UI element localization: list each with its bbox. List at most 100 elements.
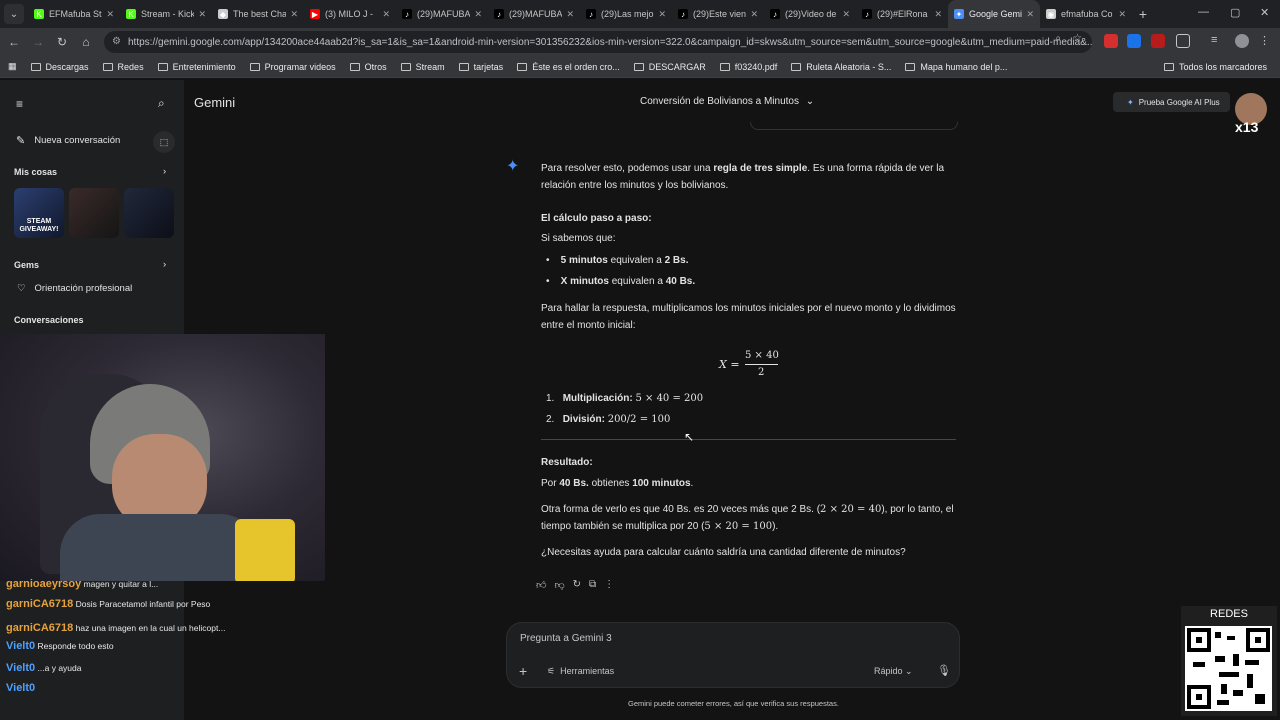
reload-icon[interactable]: ↻: [50, 35, 74, 49]
thumbnail-2[interactable]: [69, 188, 119, 238]
close-window-button[interactable]: ✕: [1260, 6, 1269, 19]
result-heading: Resultado:: [541, 457, 593, 468]
bookmark-item[interactable]: Mapa humano del p...: [898, 62, 1014, 72]
zoom-icon[interactable]: ⌕: [1055, 33, 1061, 44]
close-tab-icon[interactable]: ✕: [842, 9, 850, 20]
thumbs-up-icon[interactable]: 👍︎: [536, 579, 546, 591]
browser-tab[interactable]: ✦ Google Gemi ✕: [948, 0, 1040, 28]
browser-tab[interactable]: ♪ (29)#ElRona ✕: [856, 0, 948, 28]
tab-search-button[interactable]: ⌄: [4, 4, 24, 24]
browser-menu-icon[interactable]: ⋮: [1259, 34, 1273, 48]
tab-label: (29)#ElRona: [877, 9, 928, 19]
search-icon[interactable]: ⌕: [158, 96, 165, 111]
forward-icon[interactable]: →: [26, 35, 50, 49]
add-file-icon[interactable]: +: [519, 663, 527, 679]
bookmark-item[interactable]: Otros: [343, 62, 394, 72]
app-title[interactable]: Gemini: [194, 95, 235, 110]
tab-favicon: ▶: [310, 9, 320, 19]
user-avatar[interactable]: x13: [1233, 93, 1269, 139]
close-tab-icon[interactable]: ✕: [290, 9, 298, 20]
copy-icon[interactable]: ⧉: [589, 579, 596, 591]
bookmark-item[interactable]: f03240.pdf: [713, 62, 785, 72]
home-icon[interactable]: ⌂: [74, 35, 98, 49]
bookmark-item[interactable]: Entretenimiento: [151, 62, 243, 72]
browser-tab[interactable]: ♪ (29)Las mejo ✕: [580, 0, 672, 28]
browser-tab[interactable]: ♪ (29)MAFUBA ✕: [488, 0, 580, 28]
all-bookmarks[interactable]: Todos los marcadores: [1157, 62, 1274, 72]
close-tab-icon[interactable]: ✕: [198, 9, 206, 20]
close-tab-icon[interactable]: ✕: [474, 9, 482, 20]
close-tab-icon[interactable]: ✕: [1026, 9, 1034, 20]
bookmark-item[interactable]: Ruleta Aleatoria - S...: [784, 62, 898, 72]
chat-text: Responde todo esto: [37, 641, 114, 651]
microphone-icon[interactable]: 🎙︎: [937, 664, 951, 677]
apps-grid-icon[interactable]: ▦: [0, 61, 24, 72]
browser-tab[interactable]: ▶ (3) MILO J - ✕: [304, 0, 396, 28]
bookmark-item[interactable]: Descargas: [24, 62, 96, 72]
bookmark-label: Éste es el orden cro...: [532, 61, 620, 72]
folder-icon: [633, 62, 644, 71]
text: ), por lo tanto, el: [881, 504, 954, 515]
translate-extension-icon[interactable]: [1127, 34, 1141, 48]
conversation-title[interactable]: Conversión de Bolivianos a Minutos ⌄: [640, 96, 814, 107]
extension-icon-3[interactable]: [1151, 34, 1165, 48]
bookmark-item[interactable]: DESCARGAR: [627, 62, 713, 72]
bookmark-item[interactable]: Redes: [96, 62, 151, 72]
my-stuff-heading[interactable]: Mis cosas: [14, 167, 57, 177]
close-tab-icon[interactable]: ✕: [106, 9, 114, 20]
close-tab-icon[interactable]: ✕: [750, 9, 758, 20]
list-number: 1.: [546, 393, 555, 404]
bookmark-item[interactable]: Éste es el orden cro...: [510, 62, 627, 72]
close-tab-icon[interactable]: ✕: [566, 9, 574, 20]
media-controls-icon[interactable]: ≡: [1211, 34, 1225, 48]
more-options-icon[interactable]: ⋮: [604, 579, 614, 591]
browser-tab[interactable]: ◆ The best Chat ✕: [212, 0, 304, 28]
chat-message: Vielt0 ...a y ayuda: [6, 662, 81, 674]
bookmark-label: Entretenimiento: [172, 61, 236, 72]
temporary-chat-icon[interactable]: ⬚: [153, 131, 175, 153]
edit-icon: ✎: [16, 135, 26, 147]
browser-tab[interactable]: ◉ efmafuba Co ✕: [1040, 0, 1132, 28]
new-tab-button[interactable]: +: [1132, 6, 1154, 22]
browser-tab[interactable]: K Stream - Kick ✕: [120, 0, 212, 28]
model-mode-selector[interactable]: Rápido ⌄: [874, 666, 913, 677]
bookmark-star-icon[interactable]: ☆: [1073, 33, 1082, 44]
prompt-box[interactable]: Pregunta a Gemini 3 + ⚟ Herramientas Ráp…: [506, 622, 960, 688]
maximize-button[interactable]: ▢: [1230, 6, 1240, 19]
menu-icon[interactable]: ≡: [16, 97, 23, 111]
browser-tab[interactable]: ♪ (29)Este vien ✕: [672, 0, 764, 28]
back-icon[interactable]: ←: [2, 35, 26, 49]
extension-icon-1[interactable]: [1104, 34, 1118, 48]
bookmark-item[interactable]: Programar videos: [243, 62, 343, 72]
thumbnail-3[interactable]: [124, 188, 174, 238]
address-bar[interactable]: ⚙ https://gemini.google.com/app/134200ac…: [104, 31, 1092, 53]
extensions-puzzle-icon[interactable]: [1176, 34, 1190, 48]
prompt-input[interactable]: Pregunta a Gemini 3: [520, 633, 612, 644]
chevron-right-icon[interactable]: ›: [163, 166, 166, 177]
thumbs-down-icon[interactable]: 👎︎: [554, 579, 564, 591]
regenerate-icon[interactable]: ↻: [573, 579, 581, 591]
profile-avatar[interactable]: [1235, 34, 1249, 48]
close-tab-icon[interactable]: ✕: [382, 9, 390, 20]
sparkle-icon: ✦: [1127, 97, 1134, 107]
gem-item[interactable]: ♡ Orientación profesional: [17, 283, 132, 294]
site-info-icon[interactable]: ⚙: [112, 36, 121, 47]
tools-button[interactable]: ⚟ Herramientas: [547, 666, 614, 677]
bookmark-item[interactable]: Stream: [394, 62, 452, 72]
bookmark-item[interactable]: tarjetas: [452, 62, 511, 72]
upgrade-button[interactable]: ✦ Prueba Google AI Plus: [1113, 92, 1230, 112]
chevron-right-icon[interactable]: ›: [163, 259, 166, 270]
close-tab-icon[interactable]: ✕: [658, 9, 666, 20]
minimize-button[interactable]: —: [1198, 6, 1209, 18]
browser-tab[interactable]: ♪ (29)Video de ✕: [764, 0, 856, 28]
close-tab-icon[interactable]: ✕: [1118, 9, 1126, 20]
browser-tab[interactable]: ♪ (29)MAFUBA ✕: [396, 0, 488, 28]
webcam-overlay: [0, 334, 325, 581]
thumbnail-1[interactable]: STEAM GIVEAWAY!: [14, 188, 64, 238]
browser-tab[interactable]: K EFMafuba Stu ✕: [28, 0, 120, 28]
gem-item-label: Orientación profesional: [34, 283, 133, 294]
new-chat-button[interactable]: ✎ Nueva conversación: [16, 134, 120, 147]
close-tab-icon[interactable]: ✕: [934, 9, 942, 20]
conversation-title-text: Conversión de Bolivianos a Minutos: [640, 96, 799, 107]
gems-heading[interactable]: Gems: [14, 260, 39, 270]
